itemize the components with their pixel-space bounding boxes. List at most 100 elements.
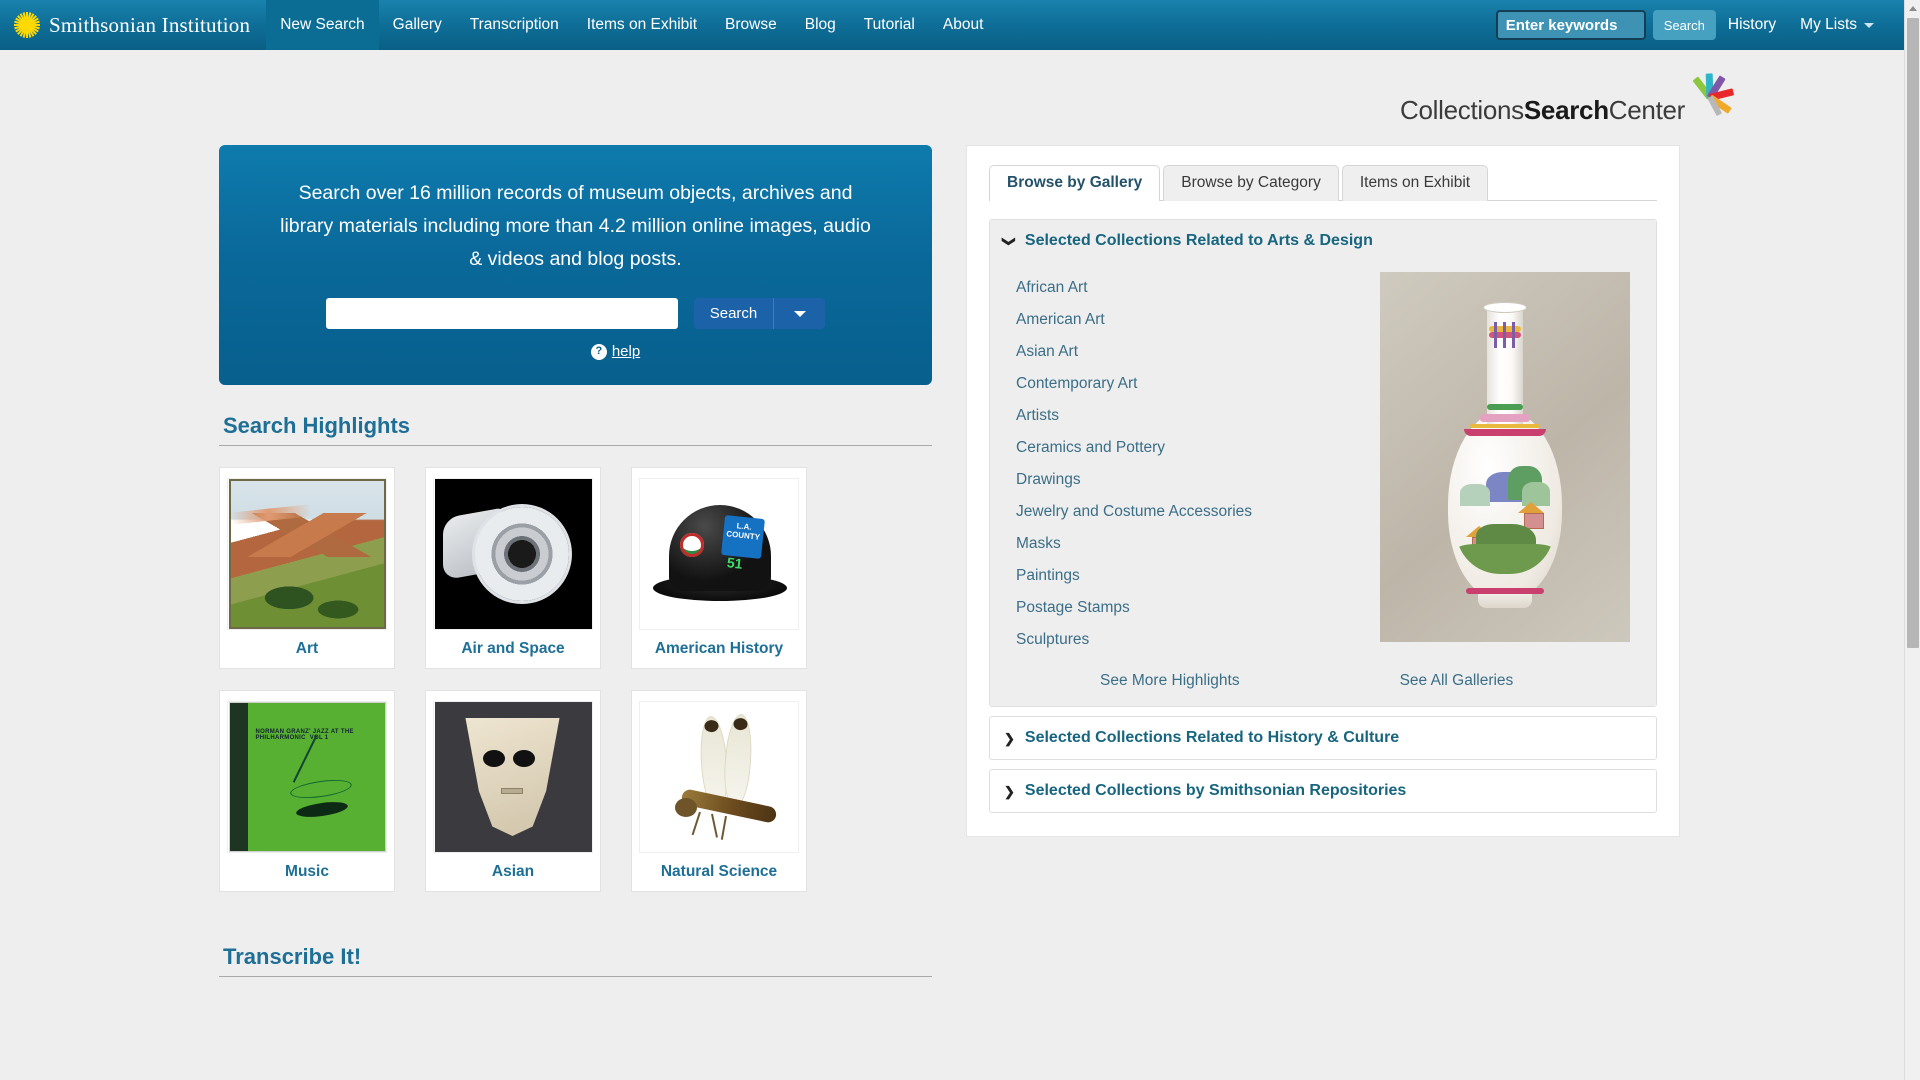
main-search-panel: Search over 16 million records of museum… [219,145,932,385]
transcribe-title: Transcribe It! [223,944,362,969]
collections-accordion: ❯ Selected Collections Related to Arts &… [967,201,1679,813]
header-tools: Search History My Lists [1495,10,1904,40]
collection-link[interactable]: Masks [1004,528,1380,560]
collection-link[interactable]: Postage Stamps [1004,592,1380,624]
page-scrollbar[interactable] [1904,0,1920,1080]
header-keyword-input[interactable] [1495,10,1646,40]
featured-collection-image[interactable] [1380,272,1630,642]
highlight-card-row-2: NORMAN GRANZ' JAZZ AT THE PHILHARMONIC V… [219,690,932,892]
smithsonian-brand[interactable]: Smithsonian Institution [0,0,266,50]
search-row: Search [249,298,902,329]
search-options-dropdown[interactable] [773,298,825,329]
accordion-footer: See More Highlights See All Galleries [990,656,1656,706]
csc-logo-text: CollectionsSearchCenter [1400,95,1685,126]
famille-rose-porcelain-vase [1430,292,1580,622]
top-navigation-bar: Smithsonian Institution New Search Galle… [0,0,1904,50]
highlight-card-label[interactable]: Natural Science [661,863,777,881]
search-highlights-title: Search Highlights [223,413,411,438]
transcribe-section: Transcribe It! [219,944,932,977]
highlight-card-asian[interactable]: Asian [425,690,601,892]
tab-browse-by-category[interactable]: Browse by Category [1163,165,1339,201]
nav-item-browse[interactable]: Browse [711,0,791,50]
browse-tabs: Browse by Gallery Browse by Category Ite… [967,146,1679,201]
sunburst-icon [1686,70,1742,124]
collections-search-center-logo[interactable]: CollectionsSearchCenter [1400,70,1742,126]
collection-link[interactable]: American Art [1004,304,1380,336]
nav-item-gallery[interactable]: Gallery [379,0,456,50]
scrollbar-thumb[interactable] [1907,18,1919,648]
landscape-scene [1456,464,1554,574]
accordion-body: African Art American Art Asian Art Conte… [990,262,1656,656]
see-more-highlights-link[interactable]: See More Highlights [1100,672,1240,690]
browse-panel: Browse by Gallery Browse by Category Ite… [966,145,1680,837]
accordion-header[interactable]: ❯ Selected Collections Related to Histor… [990,717,1656,759]
highlight-card-label[interactable]: Air and Space [461,640,564,658]
accordion-title: Selected Collections Related to History … [1024,729,1400,746]
collection-link[interactable]: Ceramics and Pottery [1004,432,1380,464]
jazz-album-cover-thumbnail: NORMAN GRANZ' JAZZ AT THE PHILHARMONIC V… [228,702,386,852]
nav-item-items-on-exhibit[interactable]: Items on Exhibit [573,0,711,50]
tab-browse-by-gallery[interactable]: Browse by Gallery [989,165,1161,201]
divider [219,445,932,446]
search-button[interactable]: Search [694,298,773,329]
csc-text-center: Center [1608,95,1686,125]
question-mark-icon: ? [590,343,607,360]
accordion-title: Selected Collections Related to Arts & D… [1024,232,1373,249]
accordion-header[interactable]: ❯ Selected Collections Related to Arts &… [990,220,1656,262]
nav-item-transcription[interactable]: Transcription [456,0,573,50]
accordion-smithsonian-repositories: ❯ Selected Collections by Smithsonian Re… [989,769,1657,813]
header-search-button[interactable]: Search [1652,10,1716,40]
chevron-down-icon: ❯ [1001,235,1017,247]
accordion-history-and-culture: ❯ Selected Collections Related to Histor… [989,716,1657,760]
landscape-painting-thumbnail [228,479,386,629]
my-lists-menu[interactable]: My Lists [1788,16,1886,34]
collection-link[interactable]: Sculptures [1004,624,1380,656]
collection-link[interactable]: Asian Art [1004,336,1380,368]
collection-link[interactable]: Jewelry and Costume Accessories [1004,496,1380,528]
collection-link[interactable]: Artists [1004,400,1380,432]
highlight-card-natural-science[interactable]: Natural Science [631,690,807,892]
brand-label: Smithsonian Institution [49,12,251,37]
nav-item-about[interactable]: About [929,0,998,50]
collection-link[interactable]: Paintings [1004,560,1380,592]
thumbnail-wrap: NORMAN GRANZ' JAZZ AT THE PHILHARMONIC V… [227,701,387,853]
highlight-card-american-history[interactable]: L.A. COUNTY 51 American History [631,467,807,669]
carved-jade-mask-thumbnail [434,702,592,852]
main-nav: New Search Gallery Transcription Items o… [266,0,997,50]
chevron-down-icon [793,310,806,317]
left-column: Search over 16 million records of museum… [219,145,932,977]
history-link[interactable]: History [1716,16,1788,34]
highlight-card-music[interactable]: NORMAN GRANZ' JAZZ AT THE PHILHARMONIC V… [219,690,395,892]
tab-items-on-exhibit[interactable]: Items on Exhibit [1341,165,1489,201]
highlight-card-art[interactable]: Art [219,467,395,669]
thumbnail-wrap: L.A. COUNTY 51 [639,478,799,630]
highlight-card-label[interactable]: American History [655,640,783,658]
sun-icon [14,12,40,38]
thumbnail-wrap [639,701,799,853]
scroll-up-button[interactable] [1905,0,1920,17]
nav-item-tutorial[interactable]: Tutorial [850,0,929,50]
see-all-galleries-link[interactable]: See All Galleries [1400,672,1514,690]
dragonfly-specimen-thumbnail [640,702,798,852]
accordion-arts-and-design: ❯ Selected Collections Related to Arts &… [989,219,1657,707]
collection-link[interactable]: Drawings [1004,464,1380,496]
accordion-header[interactable]: ❯ Selected Collections by Smithsonian Re… [990,770,1656,812]
collection-link[interactable]: African Art [1004,272,1380,304]
thumbnail-wrap [433,478,593,630]
highlight-card-label[interactable]: Music [285,863,329,881]
page-content: CollectionsSearchCenter Search over 16 m… [0,50,1904,1080]
help-row: ? help [329,343,902,360]
chevron-down-icon [1864,22,1874,28]
highlight-card-label[interactable]: Art [296,640,318,658]
divider [219,976,932,977]
search-input[interactable] [326,298,678,329]
highlight-card-label[interactable]: Asian [492,863,534,881]
nav-item-blog[interactable]: Blog [791,0,850,50]
nav-item-new-search[interactable]: New Search [266,0,379,50]
chevron-right-icon: ❯ [1004,730,1015,746]
help-link[interactable]: help [612,343,640,360]
collection-link[interactable]: Contemporary Art [1004,368,1380,400]
highlight-card-air-and-space[interactable]: Air and Space [425,467,601,669]
my-lists-label: My Lists [1800,16,1857,33]
csc-text-search: Search [1523,95,1609,125]
